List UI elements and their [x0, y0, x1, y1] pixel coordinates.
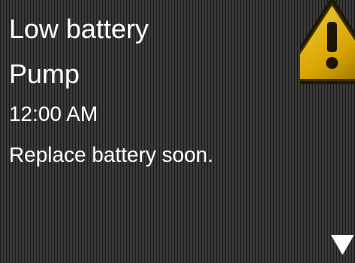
alert-screen: Low battery Pump 12:00 AM Replace batter…: [0, 0, 355, 263]
alert-source: Pump: [9, 59, 80, 89]
alert-time: 12:00 AM: [9, 103, 98, 126]
alert-message: Replace battery soon.: [9, 144, 214, 167]
down-arrow-icon[interactable]: [330, 233, 355, 257]
warning-triangle-icon: [300, 0, 355, 84]
alert-title: Low battery: [9, 14, 149, 44]
